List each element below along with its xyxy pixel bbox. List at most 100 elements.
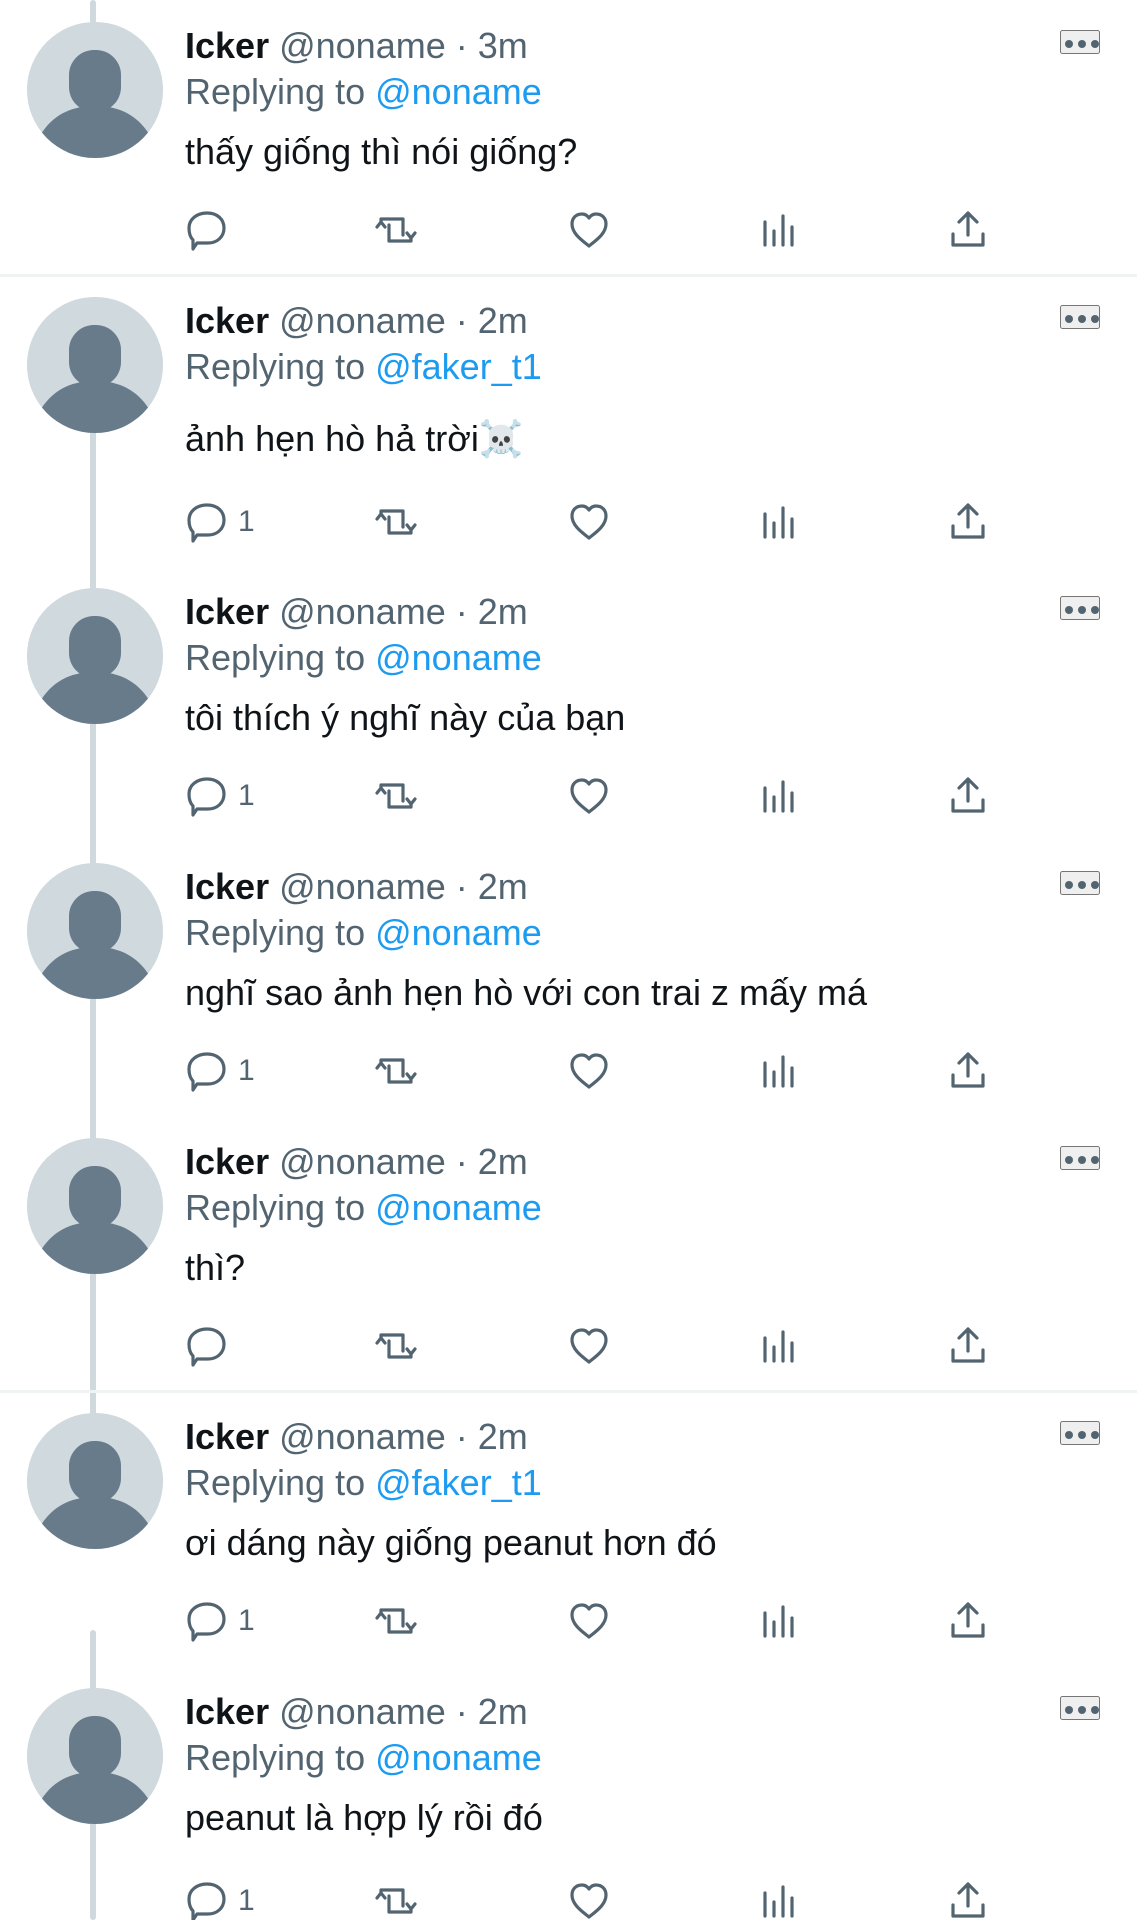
timestamp[interactable]: 3m [478,25,528,66]
retweet-button[interactable] [373,769,419,823]
avatar[interactable] [27,297,163,433]
tweet[interactable]: Icker @noname · 2m Replying to @faker_t1… [0,275,1137,549]
timestamp[interactable]: 2m [478,1141,528,1182]
retweet-icon [375,217,417,243]
views-button[interactable] [756,1319,802,1373]
tweet-actions: 1 [0,769,1137,823]
display-name[interactable]: Icker [185,25,269,66]
share-button[interactable] [945,1319,991,1373]
views-button[interactable] [756,1874,802,1920]
more-options-button[interactable] [1060,30,1100,54]
replying-to-line: Replying to @noname [185,70,542,114]
replying-to-mention[interactable]: @noname [375,1737,542,1778]
more-options-button[interactable] [1060,1146,1100,1170]
views-button[interactable] [756,1044,802,1098]
reply-button[interactable]: 1 [184,1874,255,1920]
display-name[interactable]: Icker [185,591,269,632]
timestamp[interactable]: 2m [478,866,528,907]
tweet[interactable]: Icker @noname · 2m Replying to @faker_t1… [0,1391,1137,1665]
like-button[interactable] [566,769,612,823]
views-button[interactable] [756,495,802,549]
replying-to-label: Replying to [185,346,376,387]
retweet-button[interactable] [373,1319,419,1373]
retweet-button[interactable] [373,495,419,549]
tweet-text: ảnh hẹn hò hả trời☠️ [185,418,524,459]
replying-to-line: Replying to @faker_t1 [185,1461,542,1505]
more-options-button[interactable] [1060,871,1100,895]
retweet-button[interactable] [373,1594,419,1648]
like-button[interactable] [566,1319,612,1373]
tweet[interactable]: Icker @noname · 2m Replying to @noname n… [0,841,1137,1115]
avatar[interactable] [27,588,163,724]
timestamp[interactable]: 2m [478,591,528,632]
replying-to-mention[interactable]: @noname [375,912,542,953]
share-button[interactable] [945,1874,991,1920]
reply-icon [187,211,226,251]
more-options-button[interactable] [1060,305,1100,329]
timestamp[interactable]: 2m [478,1691,528,1732]
display-name[interactable]: Icker [185,1691,269,1732]
share-button[interactable] [945,495,991,549]
username[interactable]: @noname [279,866,446,907]
tweet[interactable]: Icker @noname · 3m Replying to @noname t… [0,0,1137,274]
heart-icon [570,1328,608,1364]
username[interactable]: @noname [279,1691,446,1732]
like-button[interactable] [566,1594,612,1648]
like-button[interactable] [566,1874,612,1920]
username[interactable]: @noname [279,1416,446,1457]
reply-button[interactable]: 1 [184,1594,255,1648]
display-name[interactable]: Icker [185,300,269,341]
more-options-button[interactable] [1060,1696,1100,1720]
reply-button[interactable]: 1 [184,1044,255,1098]
tweet[interactable]: Icker @noname · 2m Replying to @noname t… [0,566,1137,840]
like-button[interactable] [566,495,612,549]
tweet[interactable]: Icker @noname · 2m Replying to @noname p… [0,1666,1137,1920]
retweet-button[interactable] [373,1044,419,1098]
views-button[interactable] [756,769,802,823]
avatar[interactable] [27,863,163,999]
share-button[interactable] [945,203,991,257]
replying-to-mention[interactable]: @faker_t1 [375,346,542,387]
retweet-button[interactable] [373,1874,419,1920]
username[interactable]: @noname [279,591,446,632]
username[interactable]: @noname [279,300,446,341]
display-name[interactable]: Icker [185,866,269,907]
username[interactable]: @noname [279,1141,446,1182]
more-options-icon [1065,1706,1099,1714]
tweet-text: thì? [185,1247,246,1288]
reply-button[interactable] [184,203,238,257]
analytics-icon [763,1330,794,1363]
like-button[interactable] [566,203,612,257]
views-button[interactable] [756,203,802,257]
username[interactable]: @noname [279,25,446,66]
display-name[interactable]: Icker [185,1141,269,1182]
reply-button[interactable] [184,1319,238,1373]
avatar[interactable] [27,1413,163,1549]
share-button[interactable] [945,769,991,823]
replying-to-mention[interactable]: @noname [375,637,542,678]
replying-to-mention[interactable]: @faker_t1 [375,1462,542,1503]
timestamp[interactable]: 2m [478,300,528,341]
tweet[interactable]: Icker @noname · 2m Replying to @noname t… [0,1116,1137,1390]
views-button[interactable] [756,1594,802,1648]
more-options-button[interactable] [1060,596,1100,620]
retweet-button[interactable] [373,203,419,257]
share-button[interactable] [945,1594,991,1648]
display-name[interactable]: Icker [185,1416,269,1457]
reply-button[interactable]: 1 [184,495,255,549]
avatar[interactable] [27,1688,163,1824]
reply-button[interactable]: 1 [184,769,255,823]
retweet-icon [375,509,417,535]
replying-to-mention[interactable]: @noname [375,1187,542,1228]
share-button[interactable] [945,1044,991,1098]
replying-to-label: Replying to [185,71,376,112]
replying-to-mention[interactable]: @noname [375,71,542,112]
separator-dot: · [445,1141,478,1182]
like-button[interactable] [566,1044,612,1098]
avatar[interactable] [27,22,163,158]
avatar[interactable] [27,1138,163,1274]
retweet-icon [375,1058,417,1084]
timestamp[interactable]: 2m [478,1416,528,1457]
more-options-button[interactable] [1060,1421,1100,1445]
more-options-icon [1065,606,1099,614]
